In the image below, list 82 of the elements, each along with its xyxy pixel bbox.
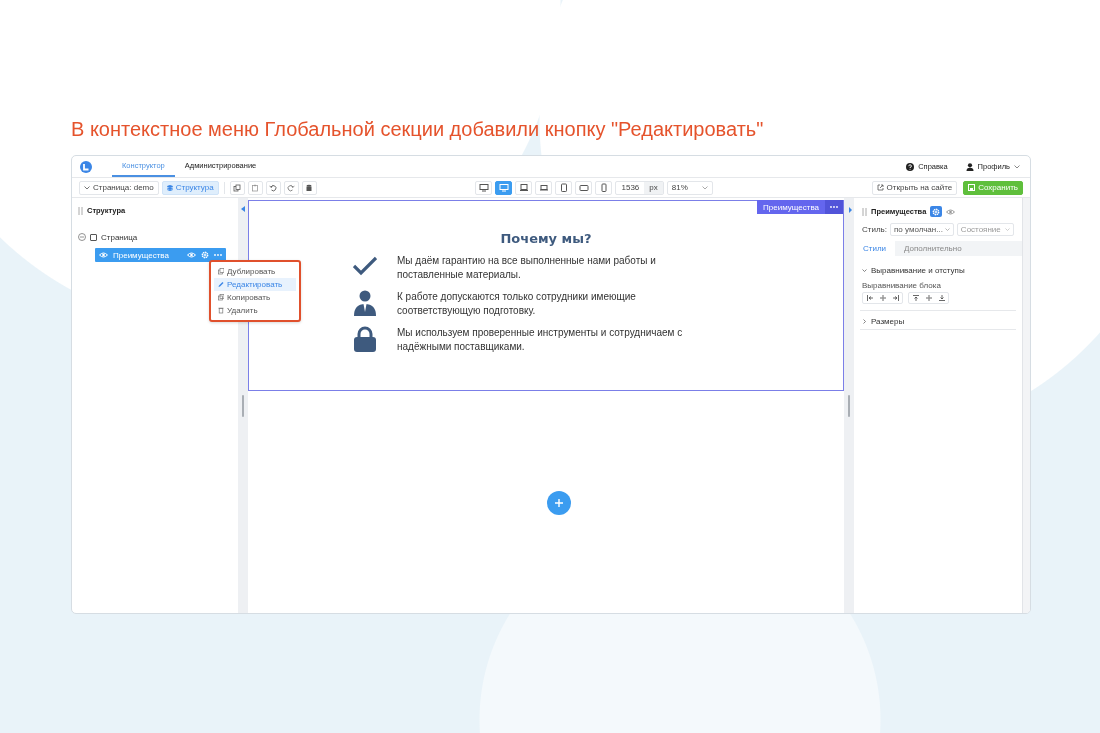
trash-icon	[218, 307, 224, 314]
align-left-icon	[866, 295, 873, 301]
monitor-icon	[479, 182, 489, 193]
laptop-icon	[519, 182, 529, 193]
external-link-icon	[876, 184, 884, 191]
chevron-down-icon	[1005, 228, 1010, 231]
feature-text: К работе допускаются только сотрудники имеющие соответствующую подготовку.	[397, 290, 637, 318]
drag-handle-icon	[78, 206, 83, 215]
chevron-down-icon	[701, 185, 708, 190]
settings-button[interactable]	[930, 206, 943, 217]
drag-handle-icon	[862, 207, 867, 216]
menu-item[interactable]: Удалить	[214, 304, 296, 317]
logo-icon	[80, 160, 92, 173]
more-icon[interactable]	[214, 251, 222, 259]
resize-handle[interactable]	[848, 394, 850, 417]
pencil-icon	[218, 281, 224, 288]
field-label: Выравнивание блока	[861, 280, 942, 290]
database-button[interactable]	[301, 180, 317, 195]
page-dropdown-label: Страница: demo	[93, 183, 154, 192]
width-field[interactable]: 1536 px	[615, 180, 664, 195]
redo-icon	[287, 183, 296, 192]
settings-icon	[932, 207, 941, 216]
laptop-small-icon	[539, 182, 549, 193]
checkbox[interactable]	[90, 233, 97, 241]
style-label: Стиль:	[862, 225, 887, 234]
expand-icon[interactable]	[849, 207, 852, 213]
undo-button[interactable]	[265, 180, 281, 195]
chevron-down-icon	[84, 185, 90, 190]
chevron-down-icon	[862, 268, 867, 273]
collapse-icon[interactable]	[241, 206, 245, 212]
align-middle-icon	[925, 295, 932, 301]
tree-item-label[interactable]: Страница	[101, 232, 138, 242]
paste-button[interactable]	[247, 180, 263, 195]
align-bottom-icon	[938, 295, 945, 301]
section-toggle[interactable]: Размеры	[854, 314, 913, 329]
person-icon	[353, 290, 377, 316]
menu-item[interactable]: Копировать	[214, 291, 296, 304]
headline: В контекстное меню Глобальной секции добавили кнопку "Редактировать"	[71, 118, 765, 141]
chevron-right-icon	[862, 319, 867, 324]
duplicate-icon	[218, 268, 224, 275]
more-icon	[830, 203, 838, 211]
panel-tab[interactable]: Стили	[854, 241, 896, 256]
tablet-icon	[559, 182, 569, 193]
chevron-down-icon	[944, 228, 950, 231]
more-button[interactable]	[825, 200, 843, 214]
database-icon	[305, 183, 314, 192]
align-top-icon	[912, 295, 919, 301]
plus-icon	[555, 499, 563, 507]
monitor-icon	[499, 182, 509, 193]
section-heading: Почему мы?	[500, 231, 592, 246]
copy-icon	[233, 183, 242, 192]
chevron-down-icon	[1014, 164, 1020, 169]
undo-icon	[269, 183, 278, 192]
page-dropdown[interactable]: Страница: demo	[79, 180, 159, 195]
panel-tab[interactable]: Дополнительно	[895, 241, 971, 256]
align-center-icon	[879, 295, 886, 301]
align-right-icon	[892, 295, 899, 301]
paste-icon	[251, 183, 260, 192]
section-label[interactable]: Преимущества	[757, 200, 825, 214]
lock-icon	[353, 326, 377, 352]
section-toggle[interactable]: Выравнивание и отступы	[854, 263, 973, 278]
feature-text: Мы даём гарантию на все выполненные нами работы и поставленные материалы.	[397, 254, 657, 282]
copy-button[interactable]	[229, 180, 245, 195]
eye-icon[interactable]	[946, 207, 956, 216]
copy-icon	[218, 294, 224, 301]
settings-icon[interactable]	[201, 251, 209, 259]
style-dropdown[interactable]: по умолчан...	[889, 223, 954, 236]
layers-icon	[166, 184, 173, 191]
open-site-button[interactable]: Открыть на сайте	[871, 180, 958, 195]
tablet-landscape-icon	[579, 182, 589, 193]
eye-icon	[99, 251, 108, 259]
eye-icon[interactable]	[187, 251, 196, 259]
user-icon	[965, 162, 974, 171]
add-section-button[interactable]	[547, 491, 571, 515]
floppy-icon	[968, 184, 976, 191]
collapse-toggle-icon[interactable]	[78, 233, 86, 241]
zoom-dropdown[interactable]: 81%	[666, 180, 713, 195]
menu-item[interactable]: Дублировать	[214, 265, 296, 278]
help-icon	[906, 162, 915, 171]
resize-handle[interactable]	[242, 394, 244, 417]
feature-text: Мы используем проверенные инструменты и сотрудничаем с надёжными поставщиками.	[397, 326, 684, 354]
phone-icon	[599, 182, 609, 193]
